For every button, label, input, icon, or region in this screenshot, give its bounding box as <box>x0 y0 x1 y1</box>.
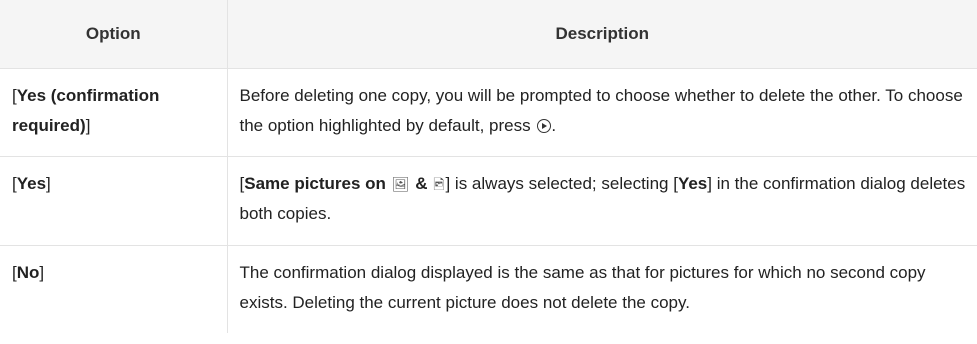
menu-item-name: Same pictures on <box>244 174 386 193</box>
option-cell: [No] <box>0 246 227 334</box>
options-table: Option Description [Yes (confirmation re… <box>0 0 977 333</box>
card-slot-2-icon: 🖻 <box>433 176 445 192</box>
option-label: Yes <box>677 174 708 193</box>
bracket-close: ] <box>85 116 91 135</box>
description-cell: Before deleting one copy, you will be pr… <box>226 68 977 157</box>
option-cell: [Yes] <box>0 156 227 246</box>
option-column-header: Option <box>0 0 227 69</box>
description-text: Before deleting one copy, you will be pr… <box>239 86 963 135</box>
table-row: [Yes] [Same pictures on 🖼 & 🖻] is always… <box>0 156 977 246</box>
card-slot-1-icon: 🖼 <box>391 176 410 192</box>
table-row: [No] The confirmation dialog displayed i… <box>0 245 977 334</box>
option-label: Yes <box>16 174 47 193</box>
bracket-close: ] <box>39 263 45 282</box>
option-cell: [Yes (confirmation required)] <box>0 68 227 157</box>
description-end: . <box>551 116 557 135</box>
description-cell: The confirmation dialog displayed is the… <box>226 245 977 333</box>
description-cell: [Same pictures on 🖼 & 🖻] is always selec… <box>226 156 977 246</box>
description-column-header: Description <box>226 0 977 69</box>
multi-selector-right-icon <box>537 119 552 133</box>
description-text: ] is always selected; selecting [ <box>445 174 678 193</box>
ampersand: & <box>415 174 428 193</box>
table-header-row: Option Description <box>0 0 977 69</box>
option-label: No <box>16 263 40 282</box>
table-row: [Yes (confirmation required)] Before del… <box>0 68 977 157</box>
bracket-close: ] <box>46 174 51 193</box>
description-text: The confirmation dialog displayed is the… <box>239 263 926 312</box>
